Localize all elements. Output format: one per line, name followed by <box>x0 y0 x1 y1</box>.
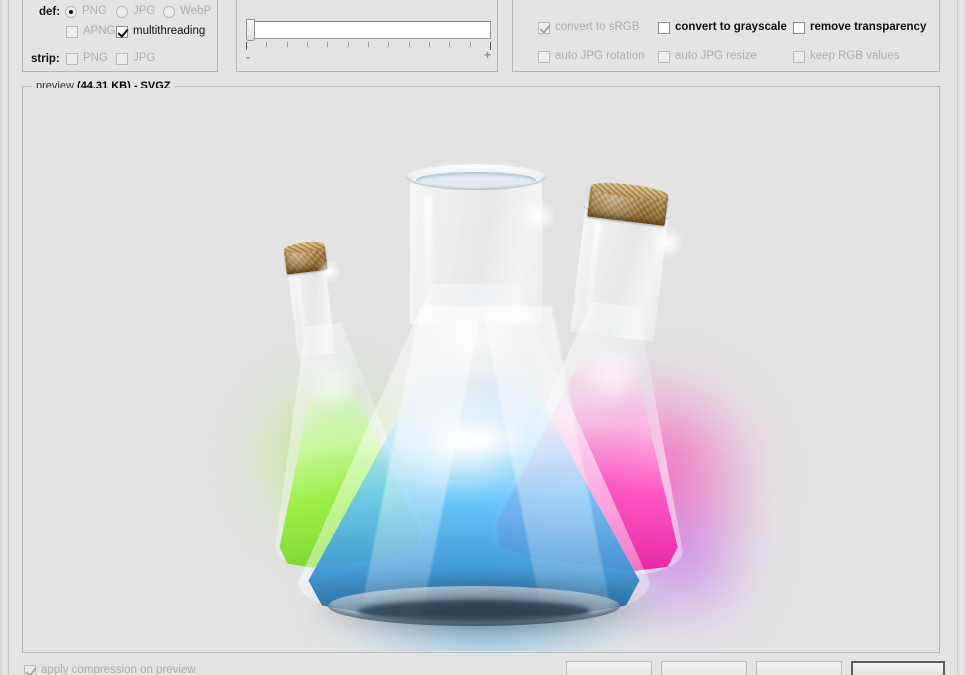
slider-tick <box>470 42 471 47</box>
slider-max-label: + <box>483 48 491 62</box>
checkbox-apng[interactable]: APNG <box>66 25 116 38</box>
radio-indicator <box>163 5 175 18</box>
bottom-button-4-default[interactable] <box>851 661 945 675</box>
checkbox-apply-compression-on-preview[interactable]: apply compression on preview <box>24 664 196 675</box>
checkbox-indicator <box>24 664 36 675</box>
slider-tick <box>307 42 308 47</box>
flask-blue-vapor <box>430 293 522 380</box>
slider-tick-marks <box>246 42 491 50</box>
slider-tick <box>429 42 430 47</box>
slider-tick <box>327 42 328 47</box>
slider-tick <box>409 42 410 47</box>
checkbox-multithreading[interactable]: multithreading <box>116 25 205 38</box>
image-processing-group: colors diffusion pross to colors enhance… <box>512 0 940 72</box>
format-options-group: def: PNG JPG WebP APNG multithreading st… <box>22 0 218 72</box>
radio-default-webp[interactable]: WebP <box>163 5 211 18</box>
checkbox-convert-to-srgb[interactable]: convert to sRGB <box>538 21 639 34</box>
checkbox-indicator <box>116 52 128 65</box>
checkbox-indicator <box>66 52 78 65</box>
slider-min-label: - <box>246 50 250 64</box>
slider-tick <box>368 42 369 47</box>
slider-tick <box>348 42 349 47</box>
checkbox-indicator <box>538 50 550 63</box>
bottom-button-3[interactable] <box>756 661 842 675</box>
slider-tick <box>287 42 288 47</box>
conversion-options-group: convert PNG to SVGZ fast - + <box>236 0 498 72</box>
flask-blue-highlight <box>424 195 432 322</box>
sparkle-icon <box>648 223 687 261</box>
slider-tick <box>449 42 450 47</box>
checkbox-convert-to-grayscale[interactable]: convert to grayscale <box>658 21 787 34</box>
checkbox-keep-rgb-values[interactable]: keep RGB values <box>793 50 900 63</box>
slider-tick <box>266 42 267 47</box>
checkbox-indicator <box>66 25 78 38</box>
floor-shadow <box>301 574 671 645</box>
right-scroll-strip[interactable] <box>957 0 966 675</box>
slider-tick <box>246 42 247 50</box>
radio-default-png[interactable]: PNG <box>65 5 107 18</box>
checkbox-indicator <box>658 50 670 63</box>
checkbox-indicator <box>793 50 805 63</box>
bottom-button-2[interactable] <box>661 661 747 675</box>
checkbox-indicator <box>793 21 805 34</box>
slider-tick <box>388 42 389 47</box>
preview-panel: preview (44.31 KB) - SVGZ <box>22 80 940 653</box>
checkbox-auto-jpg-resize[interactable]: auto JPG resize <box>658 50 757 63</box>
checkbox-strip-png[interactable]: PNG <box>66 52 108 65</box>
checkbox-auto-jpg-rotation[interactable]: auto JPG rotation <box>538 50 645 63</box>
default-format-label: def: <box>39 6 61 18</box>
checkbox-strip-jpg[interactable]: JPG <box>116 52 155 65</box>
checkbox-remove-transparency[interactable]: remove transparency <box>793 21 926 34</box>
strip-label: strip: <box>31 53 60 65</box>
compression-level-slider[interactable]: - + <box>246 19 491 64</box>
radio-default-jpg[interactable]: JPG <box>116 5 155 18</box>
radio-indicator <box>65 5 77 18</box>
application-window: def: PNG JPG WebP APNG multithreading st… <box>0 0 966 675</box>
preview-artwork <box>240 120 766 651</box>
left-scroll-strip[interactable] <box>0 0 9 675</box>
sparkle-icon <box>519 196 557 235</box>
flask-blue-rim-inner <box>416 171 536 188</box>
checkbox-indicator <box>116 25 128 38</box>
slider-track[interactable] <box>246 21 491 39</box>
checkbox-indicator <box>538 21 550 34</box>
checkbox-indicator <box>658 21 670 34</box>
preview-image-canvas[interactable] <box>24 88 938 651</box>
radio-indicator <box>116 5 128 18</box>
bottom-button-1[interactable] <box>566 661 652 675</box>
flask-blue <box>298 156 650 626</box>
slider-handle[interactable] <box>246 19 255 41</box>
